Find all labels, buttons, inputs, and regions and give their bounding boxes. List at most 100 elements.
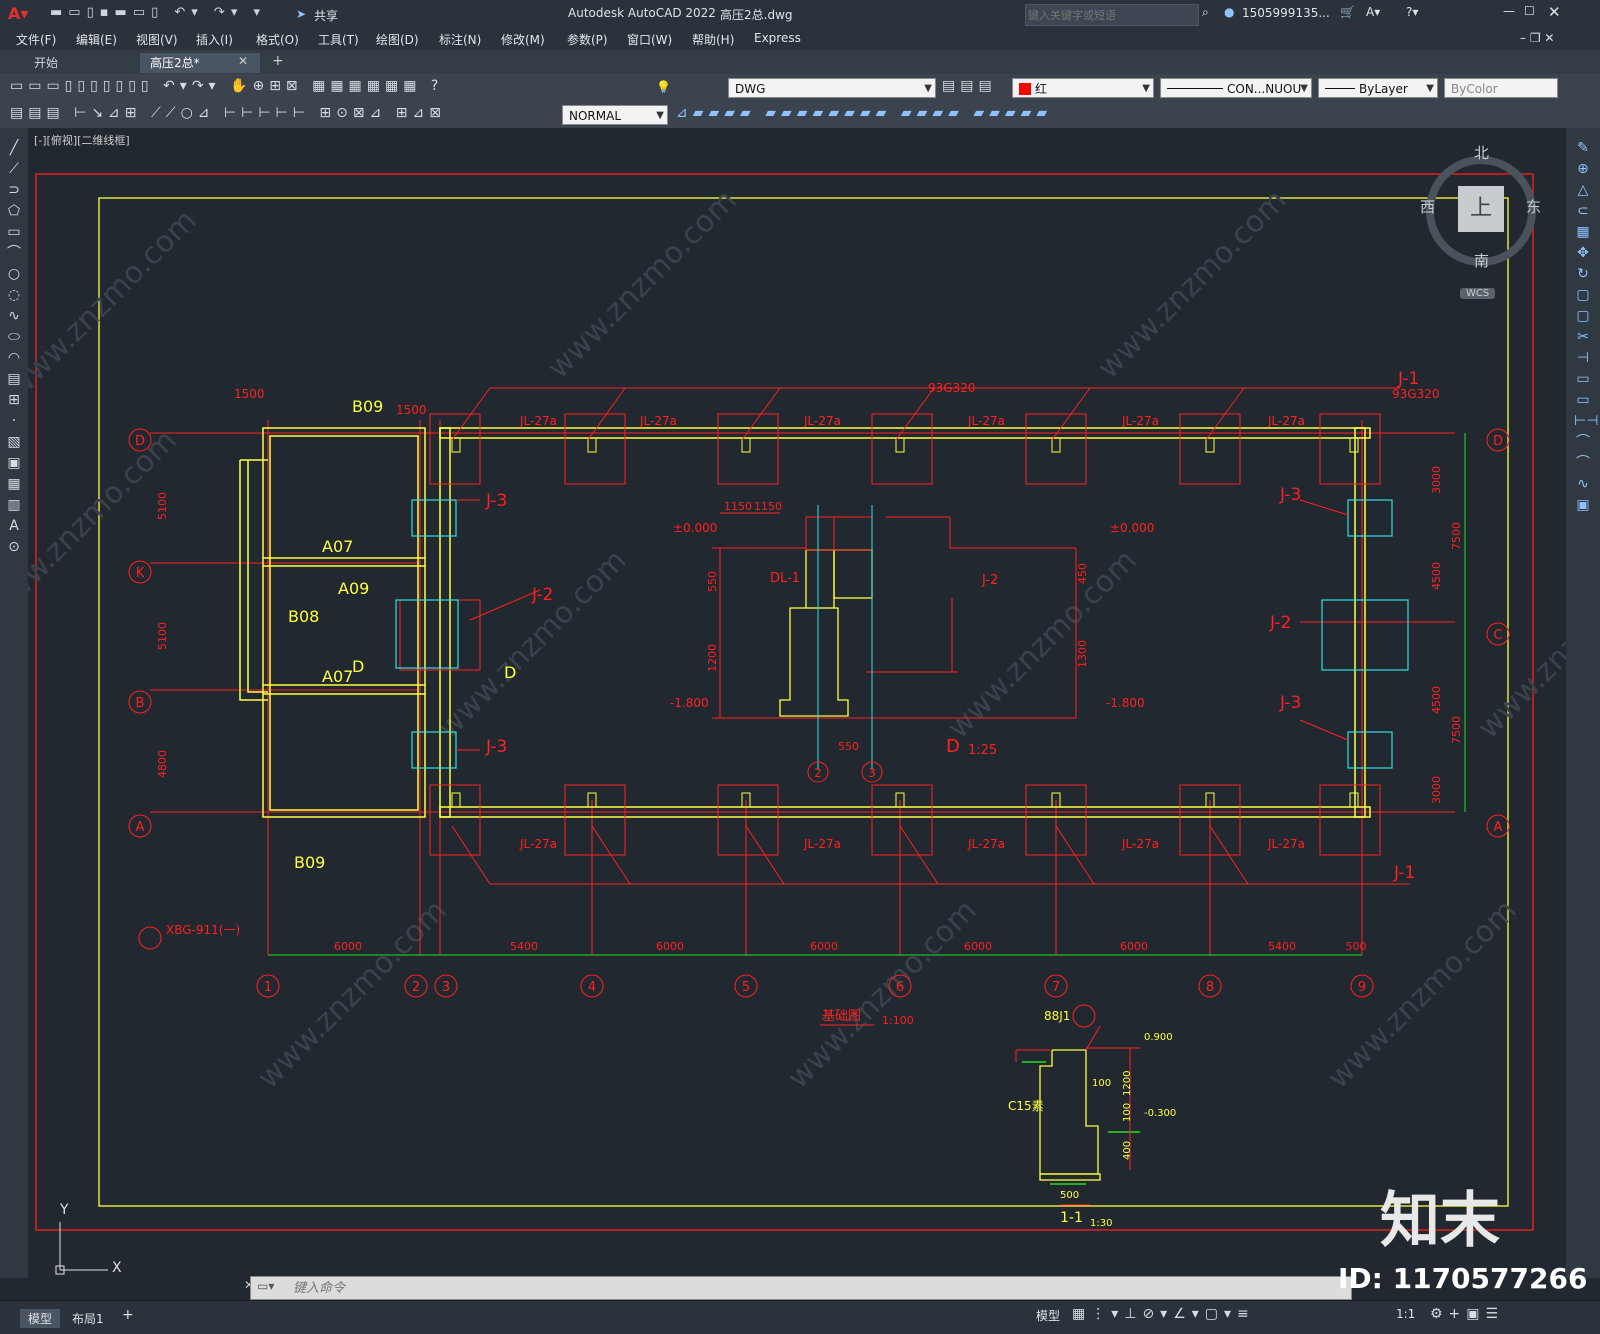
dim-text: 4500 [1430,562,1443,590]
tab-start[interactable]: 开始 [24,53,68,73]
room-label: B09 [294,853,325,872]
section-axis-labels: 2 3 [814,766,876,780]
search-icon[interactable]: ⌕ [1202,5,1209,20]
draw-tool-icons[interactable]: ╱ ⟋ ⊃ ⬠ ▭ ⌒ ○ ◌ ∿ ⬭ ◠ ▤ ⊞ · ▧ ▣ ▦ ▥ A ⊙ [6,138,22,558]
doc-window-controls[interactable]: – ❐ ✕ [1520,31,1554,45]
ref-label: 93G320 [1392,387,1439,401]
modify-tool-icons[interactable]: ⊿▰▰▰▰ ▰▰▰▰▰▰▰▰ ▰▰▰▰ ▰▰▰▰▰ [676,105,1052,121]
dimension-tool-icons[interactable]: ▤▤▤ ⊢↘⊿⊞ ⟋⟋○⊿ ⊢⊢⊢⊢⊢ ⊞⊙⊠⊿ ⊞⊿⊠ [10,105,446,121]
grid-number: 1 [264,980,272,995]
viewcube-south[interactable]: 南 [1474,250,1489,271]
layer-bulb-icon[interactable]: 💡 [656,80,671,94]
status-right-icons[interactable]: ⚙+▣☰ [1430,1306,1504,1322]
close-icon[interactable]: ✕ [1548,3,1561,21]
command-line[interactable]: ▭▾ [250,1276,1352,1300]
menu-file[interactable]: 文件(F) [16,31,56,48]
user-icon[interactable]: ● [1224,5,1234,19]
command-input[interactable] [291,1278,1335,1298]
status-toggle-icons[interactable]: ▦⋮▾⊥⊘▾∠▾▢▾≡ [1072,1306,1255,1322]
layer-dropdown[interactable]: DWG ▼ [728,78,936,98]
menu-express[interactable]: Express [754,31,801,45]
watermark-text: www.znzmo.com [1091,183,1294,386]
dim-text: 100 [1122,1103,1133,1122]
document-title: 高压2总.dwg [720,8,793,22]
grid-letter: C [1493,628,1502,643]
drawing-svg: www.znzmo.com www.znzmo.com www.znzmo.co… [28,173,1566,1276]
command-history-icon[interactable]: ▭▾ [257,1279,274,1293]
ucs-icon: Y X [55,1202,122,1276]
tab-drawing-label: 高压2总* [150,56,200,70]
help-icon[interactable]: ?▾ [1406,5,1418,19]
room-label: D [504,663,516,682]
model-space-button[interactable]: 模型 [1036,1307,1060,1324]
maximize-icon[interactable]: ☐ [1524,4,1535,18]
menu-modify[interactable]: 修改(M) [501,31,545,48]
tab-model[interactable]: 模型 [20,1309,61,1328]
beam-label: JL-27a [967,414,1005,428]
autodesk-icon[interactable]: A▾ [1366,5,1380,19]
linetype-sample [1167,88,1223,89]
dim-text: 500 [1346,940,1367,953]
layer-dropdown-value: DWG [735,82,766,96]
dim-text: 500 [1060,1190,1079,1201]
menu-edit[interactable]: 编辑(E) [76,31,117,48]
viewcube-east[interactable]: 东 [1526,196,1541,217]
grid-number: 5 [742,980,750,995]
grid-number: 2 [412,980,420,995]
user-account[interactable]: 1505999135... [1242,6,1330,20]
dim-text: 6000 [656,940,684,953]
cart-icon[interactable]: 🛒 [1340,5,1355,19]
autocad-logo-icon[interactable]: A▾ [8,4,28,23]
menu-dimension[interactable]: 标注(N) [439,31,481,48]
tab-layout1[interactable]: 布局1 [64,1309,112,1328]
plotstyle-dropdown[interactable]: ByColor [1444,78,1558,98]
grid-letter: K [136,566,145,581]
wcs-menu[interactable]: WCS [1460,288,1496,299]
foundation-beams [239,427,1371,818]
footing-label: J-2 [1269,613,1291,633]
layer-tool-icons[interactable]: ▤▤▤ [942,78,997,94]
menu-draw[interactable]: 绘图(D) [376,31,419,48]
drawing-canvas[interactable]: [-][俯视][二维线框] www.znzmo.com www.znzmo.co… [28,128,1566,1278]
grid-labels: 1 2 3 4 5 6 7 8 9 D K B A D C A [135,434,1503,995]
dimstyle-dropdown[interactable]: NORMAL ▼ [562,105,668,125]
detail-outline [1039,1049,1101,1181]
dim-text: 1500 [396,403,427,417]
menu-help[interactable]: 帮助(H) [692,31,734,48]
viewcube-top-face[interactable]: 上 [1458,186,1504,232]
watermark-text: www.znzmo.com [1321,893,1524,1096]
viewcube-north[interactable]: 北 [1474,142,1489,163]
section-label: DL-1 [770,571,800,586]
lineweight-dropdown[interactable]: ByLayer ▼ [1318,78,1438,98]
dim-text: 100 [1092,1078,1111,1089]
menu-format[interactable]: 格式(O) [256,31,299,48]
menu-insert[interactable]: 插入(I) [196,31,233,48]
menu-view[interactable]: 视图(V) [136,31,178,48]
menu-parametric[interactable]: 参数(P) [567,31,608,48]
left-dimensions: 5100 5100 4800 [156,492,169,778]
viewcube-west[interactable]: 西 [1420,196,1435,217]
annotation-scale[interactable]: 1:1 [1396,1307,1415,1321]
dim-text: 550 [706,571,719,592]
add-layout-icon[interactable]: + [122,1307,134,1323]
tab-close-icon[interactable]: ✕ [238,54,248,68]
svg-text:Y: Y [59,1202,69,1218]
standard-tool-icons[interactable]: ▭▭▭▯▯▯▯▯▯▯ ↶▾↷▾ ✋⊕⊞⊠ ▦▦▦▦▦▦ ? [10,78,443,94]
grid-number: 6 [896,980,904,995]
search-input[interactable] [1025,4,1199,26]
minimize-icon[interactable]: — [1503,4,1515,18]
columns [451,437,1359,808]
share-icon[interactable]: ➤ [296,7,306,21]
menu-tools[interactable]: 工具(T) [318,31,359,48]
color-dropdown[interactable]: 红 ▼ [1012,78,1154,98]
linetype-dropdown[interactable]: CON...NUOU ▼ [1160,78,1312,98]
modify-side-icons[interactable]: ✎ ⊕ △ ⊂ ▦ ✥ ↻ ▢ ▢ ✂ ⊣ ▭ ▭ ⊢⊣ ⌒ ⌒ ∿ ▣ [1574,138,1598,516]
grid-number: 4 [588,980,596,995]
new-tab-icon[interactable]: + [272,53,284,69]
footing-label: J-1 [1397,369,1419,389]
share-button[interactable]: 共享 [314,7,338,24]
menu-window[interactable]: 窗口(W) [627,31,672,48]
section-label: J-2 [981,573,998,588]
quick-access-toolbar[interactable]: ▬▭▯▪▬▭▯ ↶▾ ↷▾ ▾ [50,5,266,20]
dim-text: 450 [1076,563,1089,584]
